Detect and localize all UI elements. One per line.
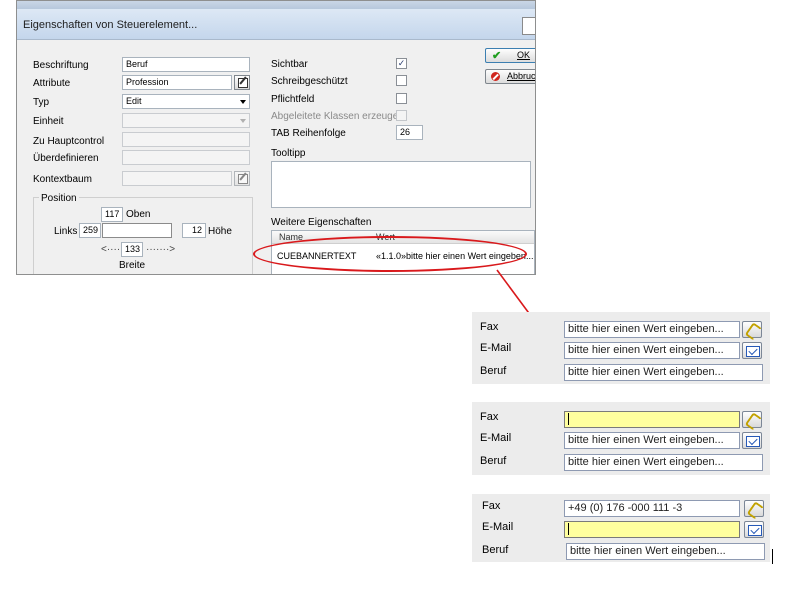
position-group-label: Position (39, 193, 79, 204)
beschriftung-label: Beschriftung (33, 60, 89, 71)
cancel-button-label: Abbruch (507, 71, 536, 81)
position-preview-box (102, 223, 172, 238)
edit-icon (238, 174, 248, 184)
email-input[interactable]: bitte hier einen Wert eingeben... (564, 342, 740, 359)
email-input[interactable]: bitte hier einen Wert eingeben... (564, 432, 740, 449)
sichtbar-checkbox[interactable]: ✓ (396, 58, 407, 69)
dialog-titlebar: Eigenschaften von Steuerelement... (17, 9, 535, 40)
attribute-input[interactable]: Profession (122, 75, 232, 90)
beruf-input[interactable]: bitte hier einen Wert eingeben... (566, 543, 765, 560)
beruf-label: Beruf (480, 455, 507, 467)
email-label: E-Mail (480, 342, 512, 354)
example-panel-1: Fax bitte hier einen Wert eingeben... E-… (472, 312, 770, 384)
links-input[interactable]: 259 (79, 223, 101, 238)
beruf-input[interactable]: bitte hier einen Wert eingeben... (564, 454, 763, 471)
breite-input[interactable]: 133 (121, 242, 143, 257)
phone-icon (744, 322, 763, 341)
fax-input[interactable]: bitte hier einen Wert eingeben... (564, 321, 740, 338)
text-cursor-mark (772, 549, 773, 564)
phone-icon (746, 501, 765, 520)
text-caret (568, 413, 569, 426)
example-panel-2: Fax E-Mail bitte hier einen Wert eingebe… (472, 402, 770, 475)
typ-select[interactable]: Edit (122, 94, 250, 109)
fax-dial-button[interactable] (744, 500, 765, 520)
breite-arrow-right: ·······> (146, 244, 176, 255)
typ-label: Typ (33, 97, 50, 108)
email-input-focused[interactable] (564, 521, 740, 538)
phone-icon (744, 412, 763, 431)
tab-reihenfolge-label: TAB Reihenfolge (271, 128, 346, 139)
email-send-button[interactable] (744, 521, 764, 538)
pflichtfeld-checkbox[interactable] (396, 93, 407, 104)
beschriftung-input[interactable]: Beruf (122, 57, 250, 72)
attribute-edit-button[interactable] (234, 75, 250, 90)
zu-hauptcontrol-field (122, 132, 250, 147)
text-caret (568, 523, 569, 536)
hoehe-input[interactable]: 12 (182, 223, 206, 238)
attribute-label: Attribute (33, 78, 71, 89)
highlight-ellipse (253, 236, 527, 272)
kontextbaum-field (122, 171, 232, 186)
weitere-eigenschaften-label: Weitere Eigenschaften (271, 217, 372, 228)
oben-label: Oben (126, 209, 151, 220)
fax-label: Fax (480, 411, 499, 423)
cancel-icon (491, 72, 500, 81)
fax-input[interactable]: +49 (0) 176 -000 111 -3 (564, 500, 740, 517)
tab-reihenfolge-input[interactable]: 26 (396, 125, 423, 140)
tooltipp-label: Tooltipp (271, 148, 306, 159)
ueberdefinieren-field (122, 150, 250, 165)
hoehe-label: Höhe (208, 226, 232, 237)
links-label: Links (54, 226, 78, 237)
edit-icon (238, 78, 248, 88)
schreibgeschuetzt-checkbox[interactable] (396, 75, 407, 86)
properties-dialog: Eigenschaften von Steuerelement... Besch… (16, 0, 536, 275)
chevron-down-icon (240, 119, 246, 123)
pflichtfeld-label: Pflichtfeld (271, 94, 315, 105)
abgeleitete-klassen-label: Abgeleitete Klassen erzeugen (271, 111, 404, 122)
email-label: E-Mail (482, 521, 514, 533)
mail-icon (748, 525, 762, 536)
breite-label: Breite (119, 260, 146, 271)
beruf-label: Beruf (482, 544, 509, 556)
chevron-down-icon (240, 100, 246, 104)
sichtbar-label: Sichtbar (271, 59, 308, 70)
example-panel-3: Fax +49 (0) 176 -000 111 -3 E-Mail Beruf… (472, 494, 770, 562)
mail-icon (746, 346, 760, 357)
schreibgeschuetzt-label: Schreibgeschützt (271, 76, 348, 87)
kontextbaum-edit-button (234, 171, 250, 186)
close-button[interactable] (522, 17, 535, 35)
checkmark-icon: ✔ (492, 50, 502, 62)
beruf-label: Beruf (480, 365, 507, 377)
fax-input-focused[interactable] (564, 411, 740, 428)
fax-label: Fax (480, 321, 499, 333)
email-label: E-Mail (480, 432, 512, 444)
ok-button[interactable]: ✔ OK (485, 48, 535, 63)
abgeleitete-klassen-checkbox (396, 110, 407, 121)
fax-dial-button[interactable] (742, 321, 763, 341)
kontextbaum-label: Kontextbaum (33, 174, 92, 185)
email-send-button[interactable] (742, 342, 762, 359)
einheit-label: Einheit (33, 116, 64, 127)
tooltipp-textarea[interactable] (271, 161, 531, 208)
typ-select-value: Edit (126, 96, 142, 106)
background-window-strip (17, 1, 535, 9)
oben-input[interactable]: 117 (101, 207, 123, 222)
ok-button-label: OK (517, 50, 531, 60)
zu-hauptcontrol-label: Zu Hauptcontrol (33, 136, 105, 147)
mail-icon (746, 436, 760, 447)
einheit-select (122, 113, 250, 128)
cancel-button[interactable]: Abbruch (485, 69, 536, 84)
email-send-button[interactable] (742, 432, 762, 449)
fax-dial-button[interactable] (742, 411, 763, 431)
ueberdefinieren-label: Überdefinieren (33, 153, 99, 164)
beruf-input[interactable]: bitte hier einen Wert eingeben... (564, 364, 763, 381)
fax-label: Fax (482, 500, 501, 512)
dialog-title: Eigenschaften von Steuerelement... (23, 19, 198, 31)
